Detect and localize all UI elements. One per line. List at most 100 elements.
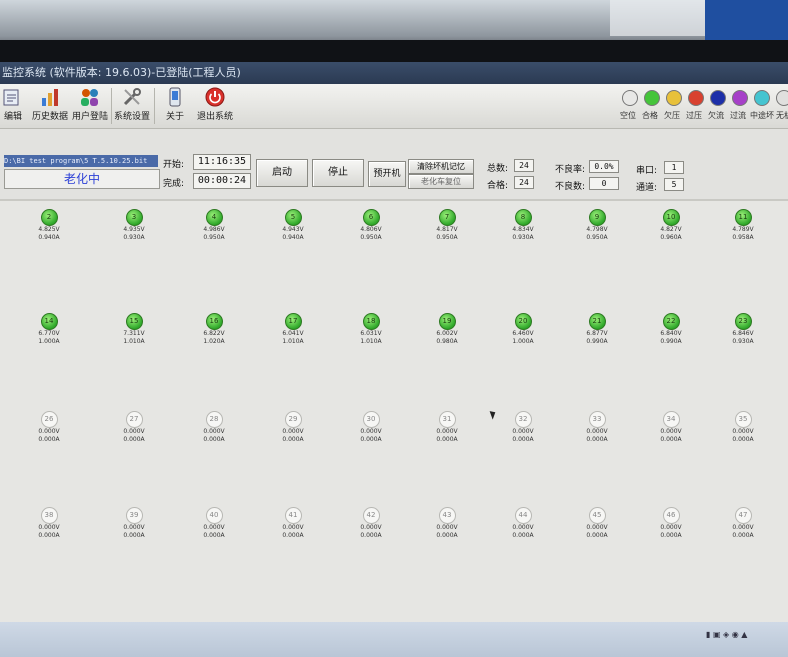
slot-indicator: 40 [205, 507, 223, 524]
clear-fail-memory-button[interactable]: 清除坏机记忆 [408, 159, 474, 174]
wall-sign [705, 0, 788, 44]
pre-open-button[interactable]: 预开机 [368, 161, 406, 187]
legend-lamp-overvoltage [688, 90, 704, 106]
legend-label: 欠压 [664, 111, 680, 120]
user-login-button[interactable]: 用户登陆 [70, 86, 110, 126]
about-label: 关于 [165, 112, 184, 122]
history-data-button[interactable]: 历史数据 [30, 86, 70, 126]
slot-cell[interactable]: 28 0.000V 0.000A [179, 411, 249, 444]
stop-button[interactable]: 停止 [312, 159, 364, 187]
slot-indicator: 31 [438, 411, 456, 428]
slot-cell[interactable]: 9 4.798V 0.950A [562, 209, 632, 242]
slot-current: 0.930A [123, 234, 145, 241]
slot-cell[interactable]: 45 0.000V 0.000A [562, 507, 632, 540]
slot-cell[interactable]: 35 0.000V 0.000A [708, 411, 778, 444]
window-title: 监控系统 (软件版本: 19.6.03)-已登陆(工程人员) [0, 62, 788, 84]
slot-cell[interactable]: 17 6.041V 1.010A [258, 313, 328, 346]
slot-cell[interactable]: 22 6.840V 0.990A [636, 313, 706, 346]
slot-cell[interactable]: 39 0.000V 0.000A [99, 507, 169, 540]
slot-cell[interactable]: 33 0.000V 0.000A [562, 411, 632, 444]
slot-cell[interactable]: 34 0.000V 0.000A [636, 411, 706, 444]
legend-label: 过压 [686, 111, 702, 120]
slot-indicator: 4 [205, 209, 223, 226]
slot-current: 1.010A [282, 338, 304, 345]
slot-current: 0.000A [512, 436, 534, 443]
slot-current: 0.000A [360, 532, 382, 539]
slot-cell[interactable]: 26 0.000V 0.000A [14, 411, 84, 444]
system-settings-button[interactable]: 系统设置 [112, 86, 152, 126]
fail-rate-value: 0.0% [589, 160, 619, 173]
slot-indicator: 22 [662, 313, 680, 330]
slot-cell[interactable]: 23 6.846V 0.930A [708, 313, 778, 346]
slot-cell[interactable]: 42 0.000V 0.000A [336, 507, 406, 540]
slot-current: 1.010A [360, 338, 382, 345]
slot-indicator: 18 [362, 313, 380, 330]
slot-voltage: 4.806V [360, 226, 382, 233]
slot-cell[interactable]: 20 6.460V 1.000A [488, 313, 558, 346]
slot-current: 0.000A [512, 532, 534, 539]
slot-current: 0.990A [660, 338, 682, 345]
slot-cell[interactable]: 2 4.825V 0.940A [14, 209, 84, 242]
slot-cell[interactable]: 4 4.986V 0.950A [179, 209, 249, 242]
slot-cell[interactable]: 5 4.943V 0.940A [258, 209, 328, 242]
slot-cell[interactable]: 29 0.000V 0.000A [258, 411, 328, 444]
slot-cell[interactable]: 43 0.000V 0.000A [412, 507, 482, 540]
slot-indicator: 32 [514, 411, 532, 428]
history-data-icon [42, 89, 58, 106]
slot-indicator: 2 [40, 209, 58, 226]
exit-button[interactable]: 退出系统 [195, 86, 235, 126]
slot-current: 0.000A [360, 436, 382, 443]
slot-cell[interactable]: 46 0.000V 0.000A [636, 507, 706, 540]
slot-cell[interactable]: 27 0.000V 0.000A [99, 411, 169, 444]
slot-current: 0.000A [282, 436, 304, 443]
toolbar-divider [154, 88, 155, 124]
slot-cell[interactable]: 15 7.311V 1.010A [99, 313, 169, 346]
reset-cart-button[interactable]: 老化车复位 [408, 174, 474, 189]
slot-cell[interactable]: 18 6.031V 1.010A [336, 313, 406, 346]
total-label: 总数: [487, 164, 509, 174]
slot-current: 0.990A [586, 338, 608, 345]
legend-lamp-pass [644, 90, 660, 106]
slot-indicator: 15 [125, 313, 143, 330]
slot-current: 0.000A [38, 532, 60, 539]
slot-cell[interactable]: 41 0.000V 0.000A [258, 507, 328, 540]
start-time-value: 11:16:35 [193, 154, 251, 170]
legend-label: 合格 [642, 111, 658, 120]
slot-cell[interactable]: 21 6.877V 0.990A [562, 313, 632, 346]
slot-cell[interactable]: 47 0.000V 0.000A [708, 507, 778, 540]
slot-current: 0.000A [38, 436, 60, 443]
slot-cell[interactable]: 31 0.000V 0.000A [412, 411, 482, 444]
slot-cell[interactable]: 8 4.834V 0.930A [488, 209, 558, 242]
slot-cell[interactable]: 11 4.789V 0.958A [708, 209, 778, 242]
slot-voltage: 0.000V [360, 524, 382, 531]
legend-label: 无机 [776, 111, 788, 120]
slot-cell[interactable]: 19 6.002V 0.980A [412, 313, 482, 346]
slot-indicator: 27 [125, 411, 143, 428]
slot-cell[interactable]: 40 0.000V 0.000A [179, 507, 249, 540]
slot-voltage: 6.031V [360, 330, 382, 337]
slot-voltage: 0.000V [123, 428, 145, 435]
aging-status: 老化中 [4, 169, 160, 189]
slot-cell[interactable]: 38 0.000V 0.000A [14, 507, 84, 540]
slot-cell[interactable]: 6 4.806V 0.950A [336, 209, 406, 242]
slot-indicator: 14 [40, 313, 58, 330]
edit-button[interactable]: 编辑 [0, 86, 26, 126]
slot-cell[interactable]: 44 0.000V 0.000A [488, 507, 558, 540]
fail-count-value: 0 [589, 177, 619, 190]
slot-voltage: 4.986V [203, 226, 225, 233]
slot-cell[interactable]: 3 4.935V 0.930A [99, 209, 169, 242]
slot-cell[interactable]: 10 4.827V 0.960A [636, 209, 706, 242]
slot-cell[interactable]: 16 6.822V 1.020A [179, 313, 249, 346]
slot-cell[interactable]: 32 0.000V 0.000A [488, 411, 558, 444]
slot-voltage: 6.002V [436, 330, 458, 337]
slot-cell[interactable]: 7 4.817V 0.950A [412, 209, 482, 242]
about-button[interactable]: 关于 [160, 86, 190, 126]
slot-cell[interactable]: 14 6.770V 1.000A [14, 313, 84, 346]
exit-label: 退出系统 [196, 112, 233, 122]
slot-cell[interactable]: 30 0.000V 0.000A [336, 411, 406, 444]
slot-voltage: 0.000V [586, 428, 608, 435]
slot-current: 0.000A [123, 532, 145, 539]
slot-current: 1.000A [512, 338, 534, 345]
slot-voltage: 0.000V [282, 524, 304, 531]
start-button[interactable]: 启动 [256, 159, 308, 187]
